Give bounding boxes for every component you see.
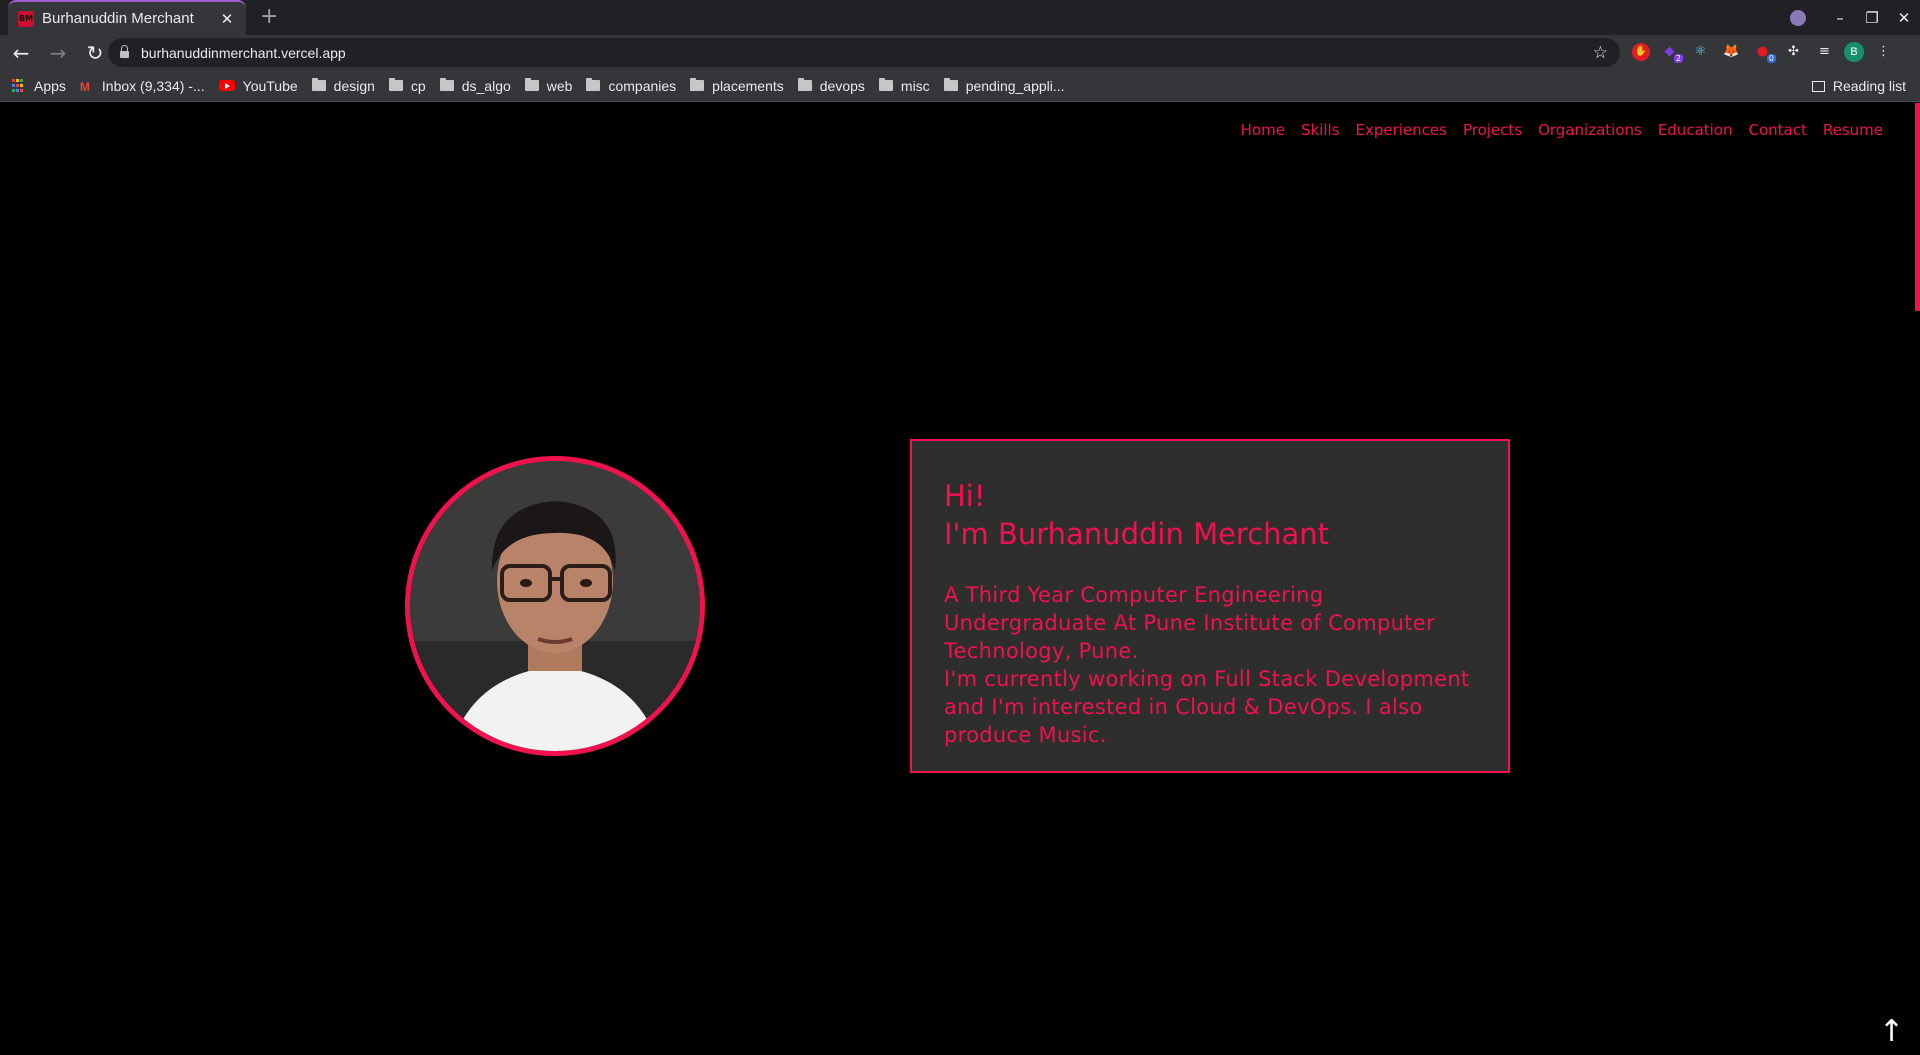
profile-portrait-icon bbox=[410, 461, 700, 751]
bookmark-folder-devops[interactable]: devops bbox=[797, 78, 865, 94]
bookmark-folder-pending[interactable]: pending_appli... bbox=[943, 78, 1065, 94]
bookmark-folder-ds-algo[interactable]: ds_algo bbox=[439, 78, 511, 94]
description-interests: I'm currently working on Full Stack Deve… bbox=[944, 667, 1470, 747]
extension-counter-icon[interactable]: ● 0 bbox=[1751, 40, 1776, 63]
tab-strip: BM Burhanuddin Merchant ✕ + – ❐ ✕ bbox=[0, 0, 1920, 35]
bookmark-inbox[interactable]: M Inbox (9,334) -... bbox=[79, 78, 205, 95]
browser-menu-icon[interactable]: ⋮ bbox=[1872, 40, 1895, 63]
folder-icon bbox=[439, 78, 454, 91]
bookmark-folder-misc[interactable]: misc bbox=[878, 78, 930, 94]
nav-link-home[interactable]: Home bbox=[1241, 121, 1285, 139]
folder-icon bbox=[524, 78, 539, 91]
bookmark-folder-design[interactable]: design bbox=[311, 78, 375, 94]
window-controls: – ❐ ✕ bbox=[1790, 0, 1920, 35]
nav-link-experiences[interactable]: Experiences bbox=[1355, 121, 1446, 139]
gmail-icon: M bbox=[79, 80, 90, 94]
reload-icon[interactable]: ↻ bbox=[79, 37, 111, 69]
nav-link-skills[interactable]: Skills bbox=[1301, 121, 1340, 139]
intro-card: Hi! I'm Burhanuddin Merchant A Third Yea… bbox=[910, 439, 1510, 773]
folder-icon bbox=[388, 78, 403, 91]
bookmark-star-icon[interactable]: ☆ bbox=[1593, 43, 1608, 63]
site-favicon-icon: BM bbox=[18, 10, 34, 27]
reading-list-icon bbox=[1811, 80, 1825, 92]
youtube-icon bbox=[218, 80, 235, 91]
greeting-line-1: Hi! bbox=[944, 479, 986, 513]
url-text[interactable]: burhanuddinmerchant.vercel.app bbox=[141, 45, 1593, 61]
folder-icon bbox=[797, 78, 812, 91]
tab-title: Burhanuddin Merchant bbox=[42, 10, 194, 27]
profile-photo bbox=[405, 456, 705, 756]
bookmark-apps[interactable]: Apps bbox=[12, 78, 66, 94]
bookmark-folder-cp[interactable]: cp bbox=[388, 78, 426, 94]
site-navigation: Home Skills Experiences Projects Organiz… bbox=[1241, 121, 1883, 139]
folder-icon bbox=[943, 78, 958, 91]
nav-link-resume[interactable]: Resume bbox=[1823, 121, 1883, 139]
forward-icon[interactable]: → bbox=[42, 37, 74, 69]
metamask-icon[interactable]: 🦊 bbox=[1720, 40, 1743, 63]
bookmark-folder-companies[interactable]: companies bbox=[586, 78, 676, 94]
scroll-progress-bar[interactable] bbox=[1915, 103, 1920, 311]
intro-description: A Third Year Computer Engineering Underg… bbox=[944, 581, 1476, 749]
folder-icon bbox=[878, 78, 893, 91]
extensions-bar: ✋ ◆ 2 ⚛ 🦊 ● 0 ✣ ≡ B ⋮ bbox=[1632, 40, 1895, 63]
back-icon[interactable]: ← bbox=[5, 37, 37, 69]
close-window-icon[interactable]: ✕ bbox=[1888, 9, 1920, 27]
browser-toolbar: ← → ↻ burhanuddinmerchant.vercel.app ☆ ✋… bbox=[0, 35, 1920, 70]
tab-search-icon[interactable] bbox=[1790, 9, 1806, 26]
page-viewport: Home Skills Experiences Projects Organiz… bbox=[0, 103, 1920, 1055]
extension-badge-icon[interactable]: ◆ 2 bbox=[1658, 40, 1683, 63]
minimize-icon[interactable]: – bbox=[1824, 9, 1856, 27]
nav-link-organizations[interactable]: Organizations bbox=[1538, 121, 1642, 139]
folder-icon bbox=[690, 78, 705, 91]
media-queue-icon[interactable]: ≡ bbox=[1813, 40, 1836, 63]
restore-icon[interactable]: ❐ bbox=[1856, 9, 1888, 27]
back-to-top-arrow-icon[interactable]: ↑ bbox=[1879, 1014, 1904, 1049]
address-bar[interactable]: burhanuddinmerchant.vercel.app ☆ bbox=[108, 38, 1620, 67]
extensions-puzzle-icon[interactable]: ✣ bbox=[1782, 40, 1805, 63]
lock-icon[interactable] bbox=[120, 45, 129, 58]
browser-tab[interactable]: BM Burhanuddin Merchant ✕ bbox=[8, 0, 246, 35]
bookmark-folder-placements[interactable]: placements bbox=[690, 78, 784, 94]
folder-icon bbox=[586, 78, 601, 91]
close-tab-icon[interactable]: ✕ bbox=[218, 10, 236, 28]
greeting-name: I'm Burhanuddin Merchant bbox=[944, 517, 1330, 551]
react-devtools-icon[interactable]: ⚛ bbox=[1689, 40, 1712, 63]
bookmark-folder-web[interactable]: web bbox=[524, 78, 572, 94]
nav-link-education[interactable]: Education bbox=[1658, 121, 1733, 139]
bookmark-youtube[interactable]: YouTube bbox=[218, 78, 298, 94]
nav-link-projects[interactable]: Projects bbox=[1463, 121, 1522, 139]
bookmarks-bar: Apps M Inbox (9,334) -... YouTube design… bbox=[0, 70, 1920, 102]
folder-icon bbox=[311, 78, 326, 91]
reading-list-button[interactable]: Reading list bbox=[1811, 70, 1906, 102]
adblock-extension-icon[interactable]: ✋ bbox=[1632, 42, 1650, 61]
nav-link-contact[interactable]: Contact bbox=[1749, 121, 1807, 139]
profile-avatar[interactable]: B bbox=[1844, 41, 1864, 62]
new-tab-button[interactable]: + bbox=[260, 4, 278, 29]
description-education: A Third Year Computer Engineering Underg… bbox=[944, 583, 1435, 663]
apps-grid-icon bbox=[12, 78, 26, 93]
